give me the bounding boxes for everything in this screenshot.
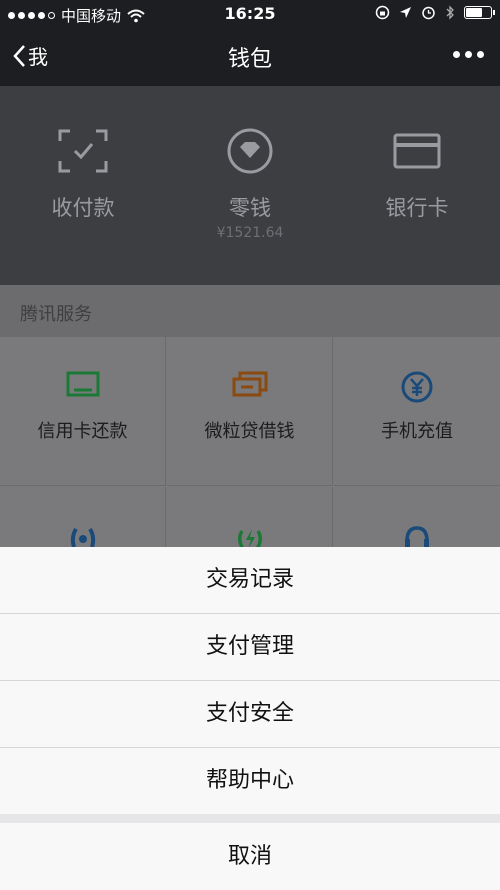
credit-card-repay-icon	[66, 371, 99, 397]
wallet-header: 收付款 零钱 ¥1521.64 银行卡	[0, 86, 500, 285]
nav-bar: 我 钱包	[0, 28, 500, 86]
service-credit-card-repay[interactable]: 信用卡还款	[0, 337, 166, 486]
status-right	[375, 5, 495, 20]
wallet-item-change[interactable]: 零钱 ¥1521.64	[167, 126, 333, 241]
scan-frame-icon	[58, 129, 108, 173]
sheet-option-payment-security[interactable]: 支付安全	[0, 681, 500, 747]
service-cash-loan[interactable]: 微粒贷借钱	[167, 337, 333, 486]
wallet-item-bank-card[interactable]: 银行卡	[334, 126, 500, 222]
alarm-clock-icon	[422, 6, 435, 20]
service-label: 手机充值	[381, 421, 453, 442]
sheet-option-payment-management[interactable]: 支付管理	[0, 614, 500, 680]
location-arrow-icon	[400, 7, 411, 18]
diamond-coin-icon	[227, 128, 273, 174]
wallet-item-label: 零钱	[229, 196, 271, 220]
wallet-item-label: 收付款	[51, 196, 115, 220]
service-label: 微粒贷借钱	[204, 421, 295, 442]
services-grid: 信用卡还款 微粒贷借钱 手机充值	[0, 337, 500, 636]
bluetooth-icon	[446, 5, 454, 20]
sheet-option-help-center[interactable]: 帮助中心	[0, 748, 500, 814]
status-bar: 中国移动 16:25	[0, 0, 500, 28]
rotation-lock-icon	[375, 5, 390, 20]
cash-loan-icon	[232, 371, 267, 397]
bank-card-icon	[393, 133, 441, 169]
cancel-button[interactable]: 取消	[0, 823, 500, 890]
services-section-title: 腾讯服务	[0, 285, 500, 337]
sheet-option-transaction-records[interactable]: 交易记录	[0, 547, 500, 613]
more-options-icon[interactable]	[453, 51, 484, 58]
service-mobile-topup[interactable]: 手机充值	[334, 337, 500, 486]
yen-coin-icon	[401, 371, 433, 403]
battery-icon	[464, 6, 495, 19]
wallet-item-receive-pay[interactable]: 收付款	[0, 126, 166, 222]
action-sheet: 交易记录 支付管理 支付安全 帮助中心 取消	[0, 547, 500, 890]
page-title: 钱包	[227, 47, 272, 72]
service-label: 信用卡还款	[37, 421, 128, 442]
change-balance: ¥1521.64	[216, 225, 284, 241]
wallet-item-label: 银行卡	[385, 196, 449, 220]
